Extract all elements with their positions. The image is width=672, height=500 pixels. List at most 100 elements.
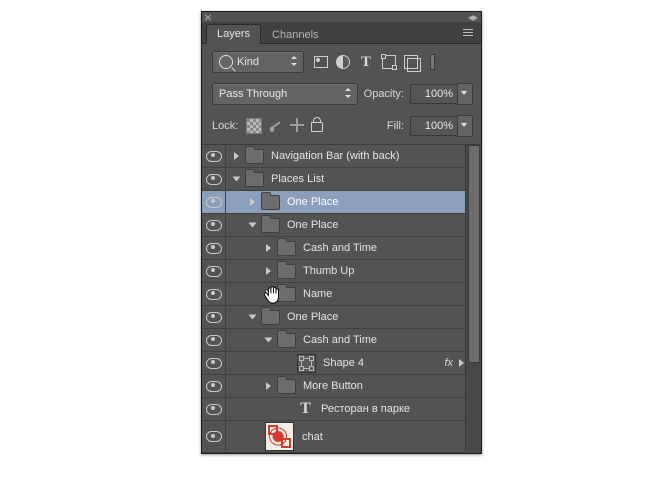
lock-transparent-icon[interactable] bbox=[246, 118, 262, 134]
text-layer-icon: T bbox=[297, 401, 314, 418]
disclosure-open-icon[interactable] bbox=[233, 177, 241, 182]
layer-row[interactable]: Cash and Time bbox=[202, 329, 481, 352]
visibility-toggle[interactable] bbox=[202, 214, 226, 236]
visibility-toggle[interactable] bbox=[202, 260, 226, 282]
updown-icon bbox=[291, 54, 299, 68]
visibility-toggle[interactable] bbox=[202, 421, 226, 452]
collapse-panel-icon[interactable] bbox=[468, 14, 478, 20]
layer-content: More Button bbox=[226, 375, 466, 397]
layer-row[interactable]: One Place bbox=[202, 214, 481, 237]
opacity-input[interactable]: 100% bbox=[410, 83, 473, 105]
layer-content: Cash and Time bbox=[226, 237, 466, 259]
updown-icon bbox=[345, 86, 353, 100]
scrollbar-thumb[interactable] bbox=[468, 145, 480, 363]
layer-row[interactable]: Name bbox=[202, 283, 481, 306]
visibility-toggle[interactable] bbox=[202, 306, 226, 328]
layer-name[interactable]: Cash and Time bbox=[303, 334, 377, 346]
folder-icon bbox=[261, 218, 280, 233]
visibility-toggle[interactable] bbox=[202, 168, 226, 190]
layer-name[interactable]: Places List bbox=[271, 173, 324, 185]
visibility-toggle[interactable] bbox=[202, 191, 226, 213]
visibility-toggle[interactable] bbox=[202, 398, 226, 420]
disclosure-closed-icon[interactable] bbox=[266, 267, 271, 275]
layer-row[interactable]: Navigation Bar (with back) bbox=[202, 145, 481, 168]
layer-content: Cash and Time bbox=[226, 329, 466, 351]
eye-icon bbox=[206, 312, 222, 323]
lock-buttons bbox=[246, 118, 323, 134]
layer-row[interactable]: Shape 4 fx bbox=[202, 352, 481, 375]
layer-name[interactable]: Cash and Time bbox=[303, 242, 377, 254]
lock-image-icon[interactable] bbox=[269, 118, 283, 132]
layer-row[interactable]: Places List bbox=[202, 168, 481, 191]
layer-content: Name bbox=[226, 283, 466, 305]
chevron-down-icon[interactable] bbox=[457, 115, 473, 137]
layer-row[interactable]: One Place bbox=[202, 306, 481, 329]
disclosure-closed-icon[interactable] bbox=[266, 290, 271, 298]
layer-name[interactable]: Ресторан в парке bbox=[321, 403, 410, 415]
filter-kind-label: Kind bbox=[237, 56, 259, 68]
filter-adjust-icon[interactable] bbox=[336, 55, 350, 69]
filter-shape-icon[interactable] bbox=[382, 55, 396, 69]
opacity-label: Opacity: bbox=[364, 88, 404, 100]
filter-pixel-icon[interactable] bbox=[314, 56, 328, 68]
chevron-down-icon[interactable] bbox=[457, 83, 473, 105]
disclosure-open-icon[interactable] bbox=[265, 338, 273, 343]
close-icon[interactable] bbox=[204, 13, 212, 21]
layer-name[interactable]: Thumb Up bbox=[303, 265, 354, 277]
layer-name[interactable]: Navigation Bar (with back) bbox=[271, 150, 399, 162]
eye-icon bbox=[206, 151, 222, 162]
layer-content: Shape 4 fx bbox=[226, 352, 466, 374]
layer-row[interactable]: Cash and Time bbox=[202, 237, 481, 260]
panel-tabs: Layers Channels bbox=[202, 22, 481, 44]
tab-channels[interactable]: Channels bbox=[262, 26, 328, 44]
layer-name[interactable]: Name bbox=[303, 288, 332, 300]
filter-toggle-icon[interactable] bbox=[430, 54, 435, 70]
layer-name[interactable]: chat bbox=[302, 431, 323, 443]
fill-input[interactable]: 100% bbox=[410, 115, 473, 137]
layer-name[interactable]: Shape 4 bbox=[323, 357, 364, 369]
eye-icon bbox=[206, 381, 222, 392]
layer-row[interactable]: One Place bbox=[202, 191, 481, 214]
layer-row[interactable]: T Ресторан в парке bbox=[202, 398, 481, 421]
disclosure-closed-icon[interactable] bbox=[266, 382, 271, 390]
search-icon bbox=[219, 55, 233, 69]
visibility-toggle[interactable] bbox=[202, 352, 226, 374]
layer-name[interactable]: More Button bbox=[303, 380, 363, 392]
filter-smart-icon[interactable] bbox=[404, 55, 418, 69]
layers-panel: Layers Channels Kind T Pass Through bbox=[201, 11, 482, 454]
visibility-toggle[interactable] bbox=[202, 237, 226, 259]
blend-mode-select[interactable]: Pass Through bbox=[212, 83, 358, 105]
filter-text-icon[interactable]: T bbox=[358, 54, 374, 70]
visibility-toggle[interactable] bbox=[202, 145, 226, 167]
disclosure-closed-icon[interactable] bbox=[234, 152, 239, 160]
disclosure-closed-icon[interactable] bbox=[266, 244, 271, 252]
layer-name[interactable]: One Place bbox=[287, 311, 338, 323]
filter-type-icons: T bbox=[314, 54, 435, 70]
fill-label: Fill: bbox=[387, 120, 404, 132]
visibility-toggle[interactable] bbox=[202, 375, 226, 397]
disclosure-open-icon[interactable] bbox=[249, 315, 257, 320]
fx-disclosure-icon[interactable] bbox=[459, 359, 464, 367]
folder-icon bbox=[277, 241, 296, 256]
filter-kind-select[interactable]: Kind bbox=[212, 51, 304, 73]
layer-row[interactable]: Thumb Up bbox=[202, 260, 481, 283]
lock-all-icon[interactable] bbox=[311, 122, 323, 132]
fx-badge[interactable]: fx bbox=[444, 357, 453, 369]
layer-row[interactable]: More Button bbox=[202, 375, 481, 398]
folder-icon bbox=[261, 195, 280, 210]
layers-list: Navigation Bar (with back) Places List One… bbox=[202, 145, 481, 453]
visibility-toggle[interactable] bbox=[202, 329, 226, 351]
visibility-toggle[interactable] bbox=[202, 283, 226, 305]
layer-content: One Place bbox=[226, 306, 466, 328]
lock-position-icon[interactable] bbox=[290, 118, 304, 132]
scrollbar-track[interactable] bbox=[465, 145, 481, 453]
disclosure-closed-icon[interactable] bbox=[250, 198, 255, 206]
eye-icon bbox=[206, 220, 222, 231]
layer-row[interactable]: chat bbox=[202, 421, 481, 453]
layer-name[interactable]: One Place bbox=[287, 196, 338, 208]
layer-name[interactable]: One Place bbox=[287, 219, 338, 231]
disclosure-open-icon[interactable] bbox=[249, 223, 257, 228]
eye-icon bbox=[206, 431, 222, 442]
tab-layers[interactable]: Layers bbox=[206, 24, 261, 44]
panel-menu-icon[interactable] bbox=[463, 28, 477, 38]
